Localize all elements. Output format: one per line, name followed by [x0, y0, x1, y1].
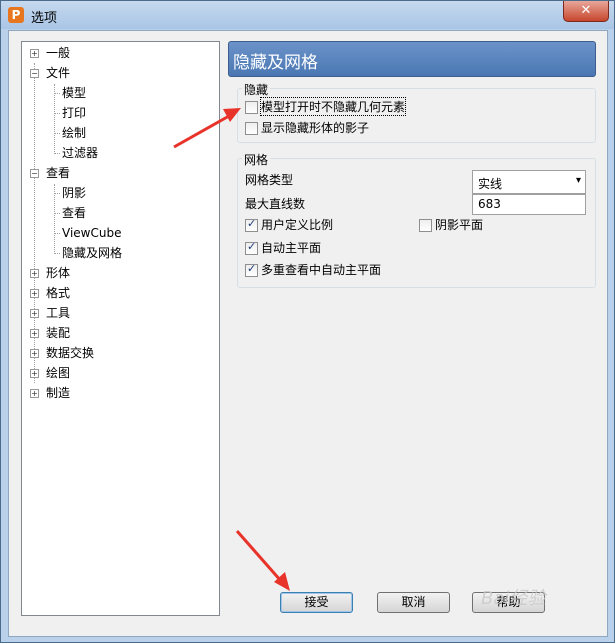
- options-dialog: P 选项 ✕ + 一般 − 文件 模型 打印 绘制 过滤器 − 查看 阴影 查看…: [0, 0, 615, 643]
- annotation-arrow-icon: [235, 530, 290, 591]
- watermark: Bai经验: [481, 588, 546, 609]
- annotation-arrow-icon: [173, 108, 241, 149]
- annotation-arrows: [173, 108, 290, 591]
